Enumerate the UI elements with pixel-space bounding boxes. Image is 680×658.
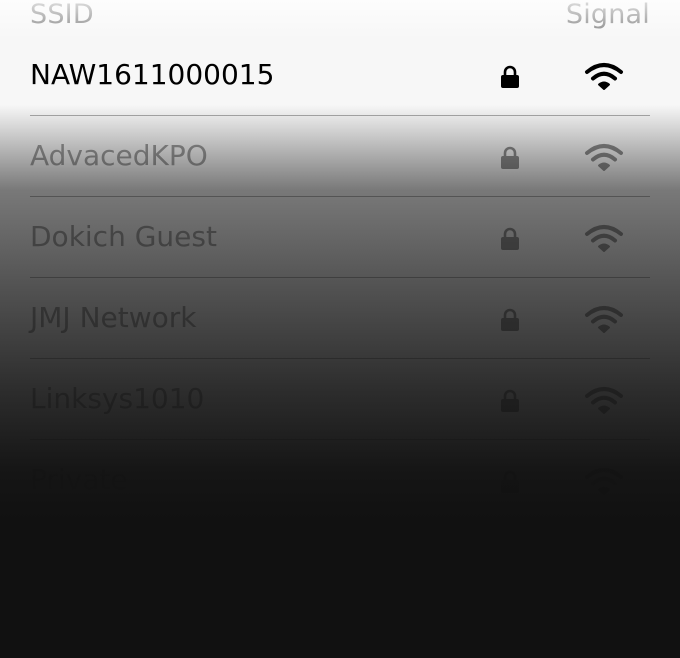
network-row[interactable]: Linksys1010 [30, 359, 650, 440]
network-ssid: Private [30, 463, 128, 496]
lock-icon [501, 389, 519, 412]
network-list: NAW1611000015 AdvacedKPO Dokich Guest JM… [30, 35, 650, 521]
lock-icon [501, 146, 519, 169]
wifi-icon [585, 144, 623, 171]
wifi-icon [585, 306, 623, 333]
network-row[interactable]: Dokich Guest [30, 197, 650, 278]
network-row[interactable]: JMJ Network [30, 278, 650, 359]
network-row[interactable]: Private [30, 440, 650, 521]
lock-icon [501, 470, 519, 493]
lock-icon [501, 65, 519, 88]
list-header: SSID Signal [30, 0, 650, 34]
wifi-icon [585, 387, 623, 414]
wifi-network-list-screen: SSID Signal NAW1611000015 AdvacedKPO Dok… [0, 0, 680, 658]
network-ssid: Linksys1010 [30, 382, 205, 415]
network-ssid: Dokich Guest [30, 220, 217, 253]
network-ssid: JMJ Network [30, 301, 197, 334]
network-ssid: AdvacedKPO [30, 139, 208, 172]
wifi-icon [585, 468, 623, 495]
lock-icon [501, 308, 519, 331]
lock-icon [501, 227, 519, 250]
wifi-icon [585, 225, 623, 252]
network-row[interactable]: NAW1611000015 [30, 35, 650, 116]
signal-column-header: Signal [565, 0, 650, 30]
network-row[interactable]: AdvacedKPO [30, 116, 650, 197]
ssid-column-header: SSID [30, 0, 94, 30]
network-ssid: NAW1611000015 [30, 58, 275, 91]
wifi-icon [585, 63, 623, 90]
